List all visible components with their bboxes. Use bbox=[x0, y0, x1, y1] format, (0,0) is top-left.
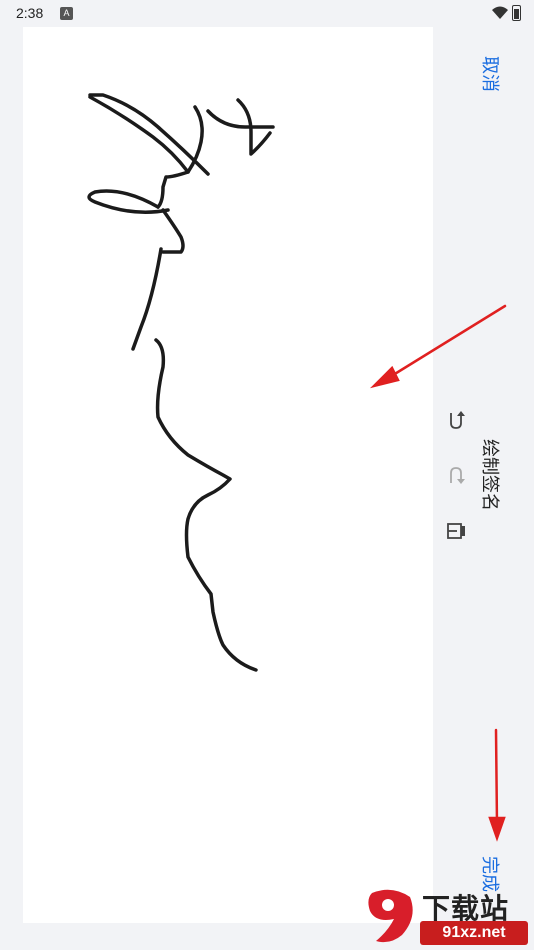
signature-stroke bbox=[87, 189, 170, 214]
battery-icon bbox=[512, 5, 521, 21]
watermark-url: 91xz.net bbox=[420, 921, 528, 945]
undo-icon bbox=[450, 411, 465, 429]
status-time: 2:38 bbox=[16, 5, 44, 21]
signature-stroke bbox=[131, 247, 163, 351]
clear-button[interactable] bbox=[443, 518, 469, 544]
redo-icon bbox=[450, 467, 465, 484]
signature-drawing bbox=[87, 93, 275, 672]
wifi-icon bbox=[492, 6, 508, 19]
signature-stroke bbox=[206, 109, 275, 129]
redo-button[interactable] bbox=[443, 463, 469, 489]
status-bar: 2:38 A bbox=[0, 0, 534, 28]
signature-stroke bbox=[161, 208, 185, 254]
watermark-logo bbox=[368, 889, 413, 943]
signature-stroke bbox=[88, 95, 204, 174]
notification-icon: A bbox=[60, 7, 73, 20]
watermark: 下载站 91xz.net bbox=[362, 885, 534, 950]
signature-canvas[interactable] bbox=[23, 27, 433, 923]
eraser-icon bbox=[447, 523, 465, 539]
cancel-button[interactable]: 取消 bbox=[478, 54, 502, 94]
arrow-head-icon bbox=[488, 816, 506, 842]
page-title: 绘制签名 bbox=[480, 439, 500, 511]
signature-stroke bbox=[154, 338, 258, 672]
signature-stroke bbox=[156, 170, 190, 209]
undo-button[interactable] bbox=[443, 407, 469, 433]
